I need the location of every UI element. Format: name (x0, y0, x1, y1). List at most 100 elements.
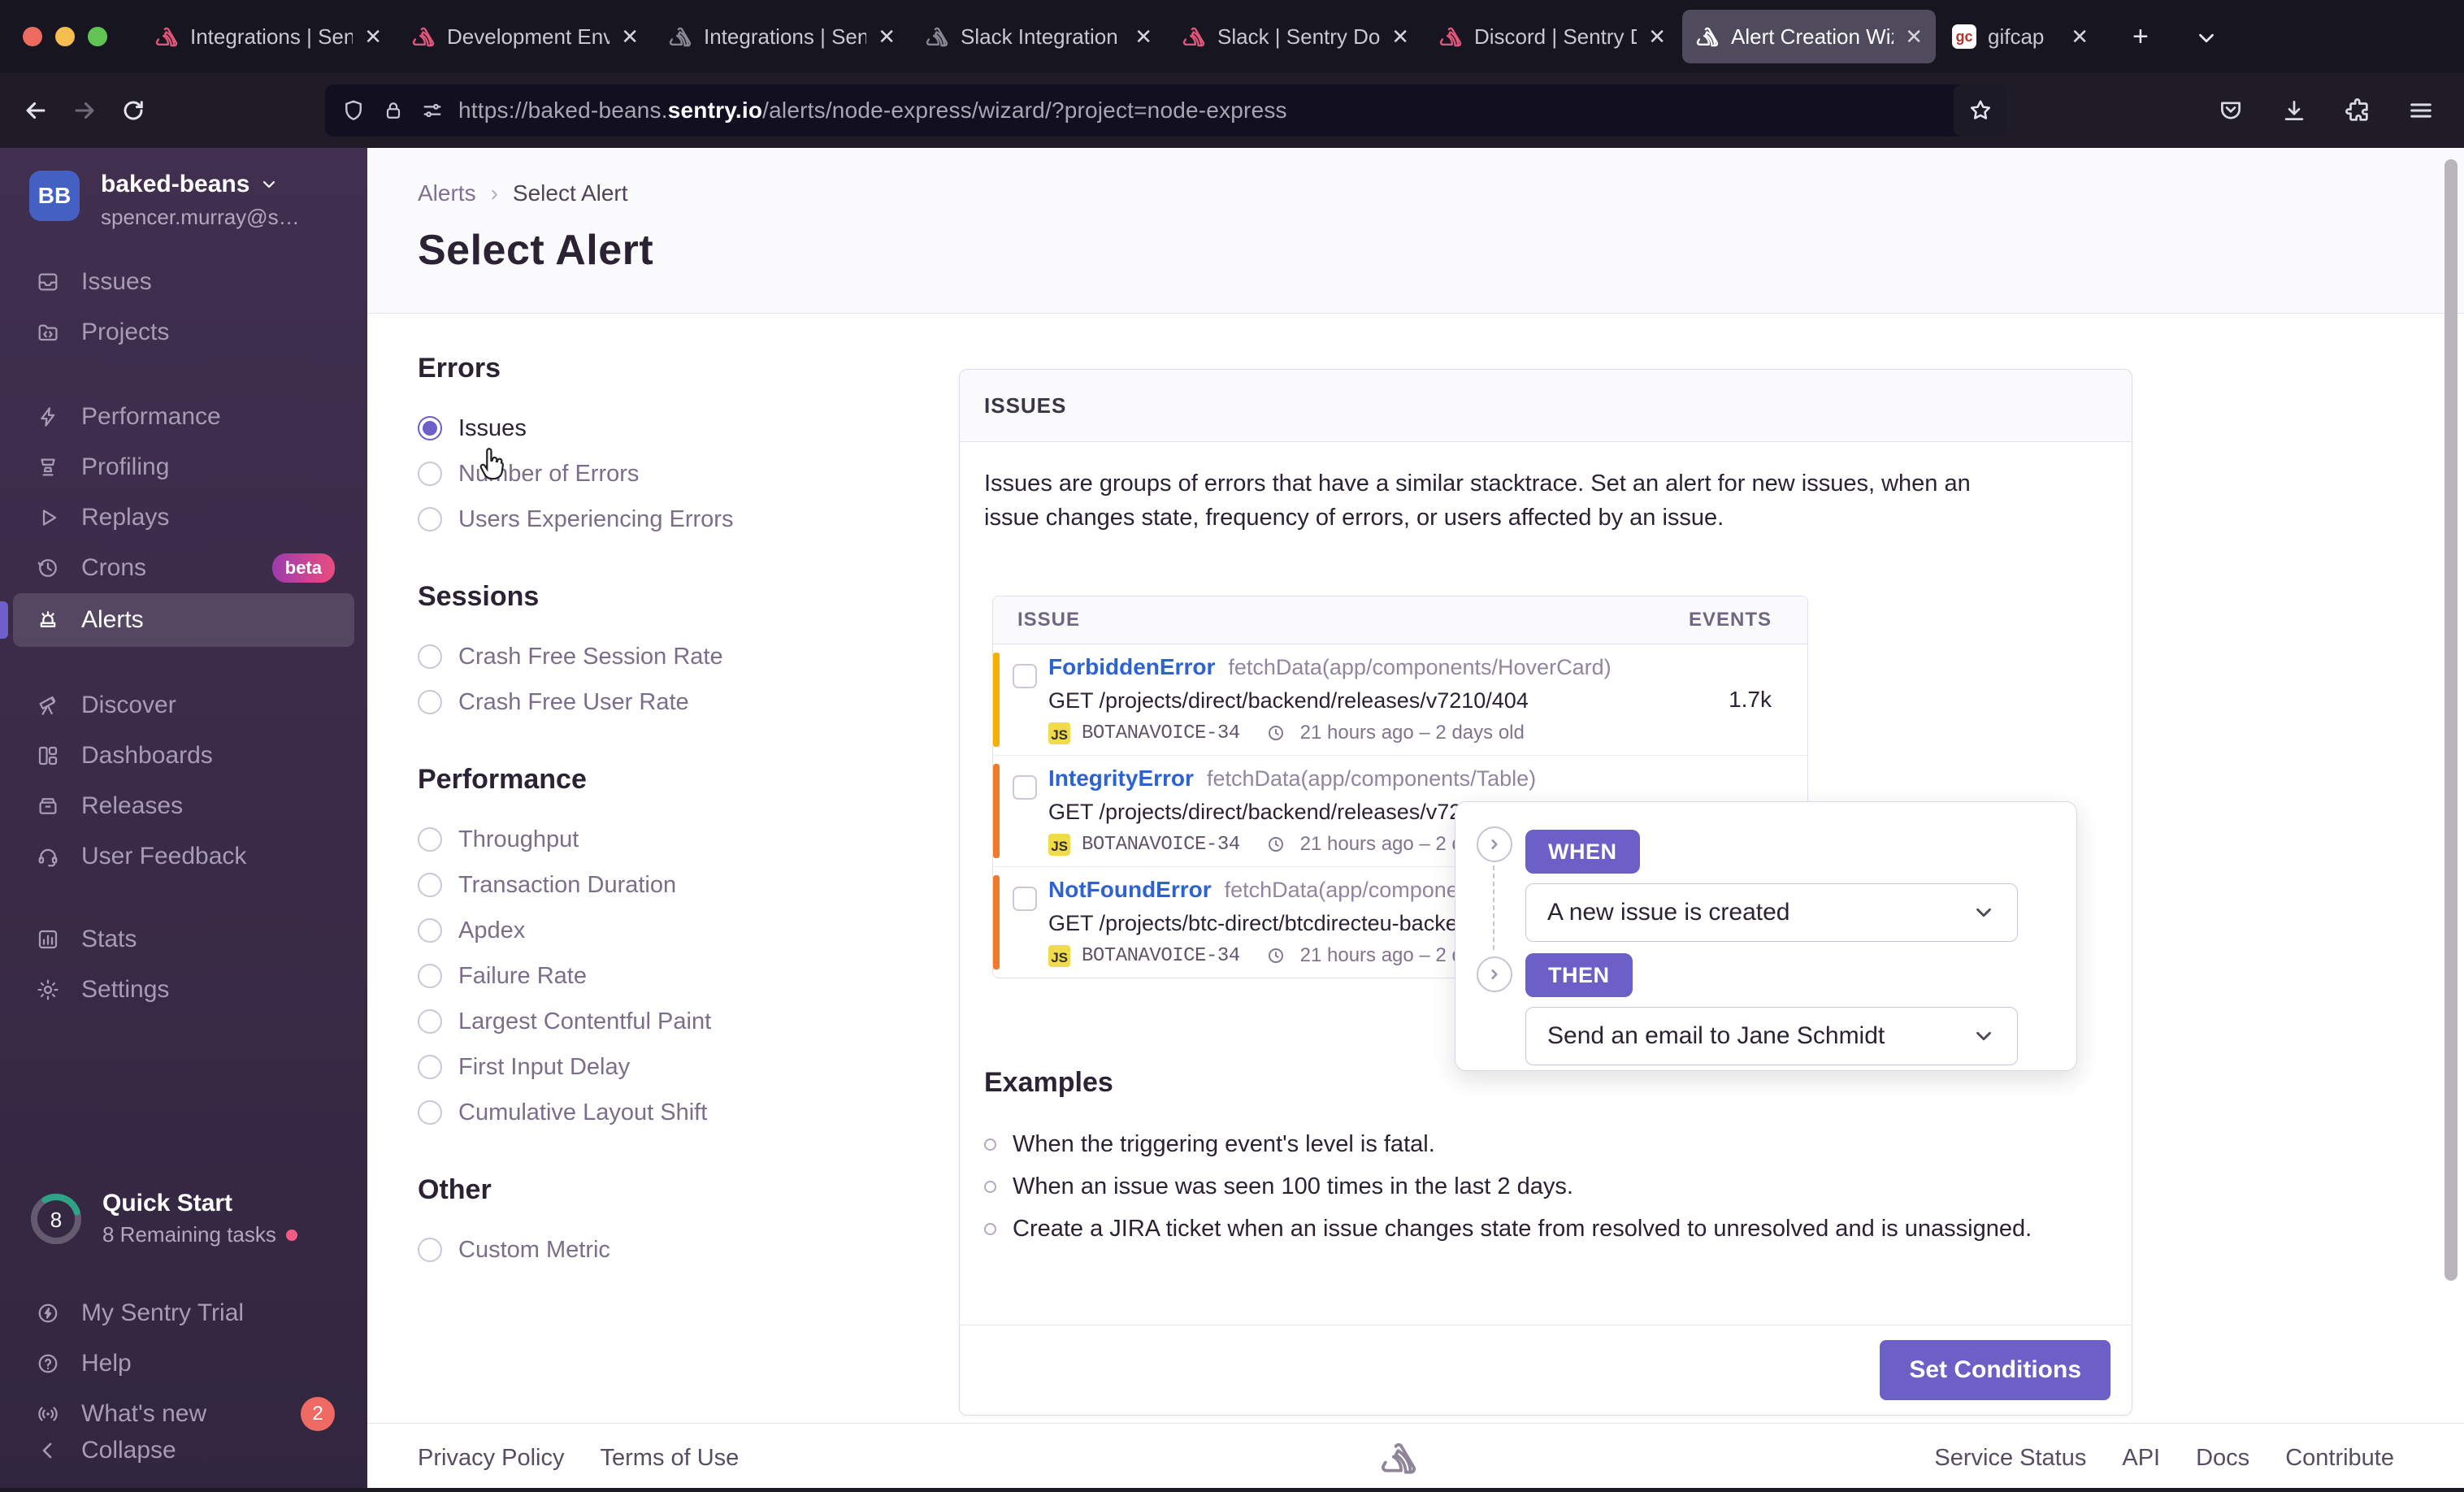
tab-close-icon[interactable]: ✕ (1391, 24, 1409, 50)
radio-option-transaction-duration[interactable]: Transaction Duration (418, 862, 922, 908)
sidebar-collapse-button[interactable]: Collapse (0, 1425, 367, 1476)
radio-option-crash-free-user-rate[interactable]: Crash Free User Rate (418, 679, 922, 725)
chevron-down-icon (1972, 900, 1996, 925)
radio[interactable] (418, 690, 442, 714)
radio[interactable] (418, 1100, 442, 1125)
site-permissions-icon[interactable] (421, 99, 444, 122)
sidebar-item-settings[interactable]: Settings (0, 965, 367, 1015)
sidebar-item-help[interactable]: Help (0, 1338, 367, 1389)
tab-close-icon[interactable]: ✕ (1905, 24, 1923, 50)
then-action-select[interactable]: Send an email to Jane Schmidt (1525, 1007, 2018, 1065)
radio-option-cumulative-layout-shift[interactable]: Cumulative Layout Shift (418, 1090, 922, 1135)
table-header: ISSUE EVENTS (993, 596, 1807, 644)
panel-description: Issues are groups of errors that have a … (984, 471, 1971, 531)
close-window-button[interactable] (23, 27, 42, 46)
issue-checkbox[interactable] (1013, 887, 1037, 911)
bookmark-star-button[interactable] (1954, 85, 2007, 137)
sidebar-item-issues[interactable]: Issues (0, 257, 367, 307)
sidebar-item-performance[interactable]: Performance (0, 392, 367, 442)
radio-option-throughput[interactable]: Throughput (418, 817, 922, 862)
hand-cursor (479, 448, 504, 480)
radio[interactable] (418, 918, 442, 943)
tab-close-icon[interactable]: ✕ (1648, 24, 1666, 50)
issue-checkbox[interactable] (1013, 775, 1037, 800)
new-tab-button[interactable]: + (2132, 21, 2149, 53)
pocket-icon[interactable] (2217, 97, 2245, 124)
org-switcher[interactable]: BB baked-beans spencer.murray@s… (29, 171, 300, 230)
when-condition-select[interactable]: A new issue is created (1525, 883, 2018, 942)
docs-link[interactable]: Docs (2196, 1445, 2249, 1472)
sidebar-item-dashboards[interactable]: Dashboards (0, 731, 367, 781)
privacy-policy-link[interactable]: Privacy Policy (418, 1445, 565, 1472)
tab-close-icon[interactable]: ✕ (1134, 24, 1152, 50)
back-button[interactable] (11, 86, 60, 135)
radio-option-apdex[interactable]: Apdex (418, 908, 922, 953)
reload-button[interactable] (109, 86, 158, 135)
tab-close-icon[interactable]: ✕ (364, 24, 382, 50)
issue-title-link[interactable]: IntegrityError (1048, 766, 1194, 792)
forward-button[interactable] (60, 86, 109, 135)
api-link[interactable]: API (2122, 1445, 2160, 1472)
page-scrollbar[interactable] (2444, 159, 2457, 1281)
tab-close-icon[interactable]: ✕ (878, 24, 896, 50)
sidebar-item-profiling[interactable]: Profiling (0, 442, 367, 492)
sidebar-item-user-feedback[interactable]: User Feedback (0, 831, 367, 882)
radio-option-failure-rate[interactable]: Failure Rate (418, 953, 922, 999)
minimize-window-button[interactable] (55, 27, 75, 46)
radio[interactable] (418, 1238, 442, 1262)
tab-overflow-button[interactable] (2194, 21, 2219, 53)
terms-of-use-link[interactable]: Terms of Use (601, 1445, 740, 1472)
page-footer: Privacy Policy Terms of Use Service Stat… (367, 1423, 2464, 1492)
radio[interactable] (418, 507, 442, 531)
radio-option-largest-contentful-paint[interactable]: Largest Contentful Paint (418, 999, 922, 1044)
quick-start-panel[interactable]: 8 Quick Start 8 Remaining tasks (29, 1190, 297, 1247)
sidebar-item-crons[interactable]: Crons beta (0, 543, 367, 593)
tab-close-icon[interactable]: ✕ (621, 24, 639, 50)
radio-option-custom-metric[interactable]: Custom Metric (418, 1227, 922, 1273)
radio-selected[interactable] (418, 416, 442, 440)
play-icon (36, 505, 60, 530)
radio[interactable] (418, 1009, 442, 1034)
radio[interactable] (418, 1055, 442, 1079)
radio-option-issues[interactable]: Issues (418, 406, 922, 451)
radio-option-crash-free-session-rate[interactable]: Crash Free Session Rate (418, 634, 922, 679)
sidebar-item-replays[interactable]: Replays (0, 492, 367, 543)
radio-option-users-experiencing-errors[interactable]: Users Experiencing Errors (418, 497, 922, 542)
issue-title-link[interactable]: NotFoundError (1048, 877, 1212, 903)
browser-tab[interactable]: gc gifcap ✕ (1939, 10, 2102, 63)
browser-tab[interactable]: Development Enviro ✕ (398, 10, 652, 63)
radio[interactable] (418, 873, 442, 897)
browser-tab[interactable]: Discord | Sentry Do ✕ (1425, 10, 1679, 63)
browser-tab[interactable]: Slack Integration | S ✕ (912, 10, 1165, 63)
issue-checkbox[interactable] (1013, 664, 1037, 688)
browser-tab[interactable]: Integrations | Sentry ✕ (141, 10, 395, 63)
browser-tab[interactable]: Integrations | Sentry ✕ (655, 10, 909, 63)
radio[interactable] (418, 462, 442, 486)
tracking-protection-shield-icon[interactable] (341, 98, 366, 123)
sidebar-item-discover[interactable]: Discover (0, 680, 367, 731)
sidebar-item-stats[interactable]: Stats (0, 914, 367, 965)
browser-tab-active[interactable]: Alert Creation Wizar ✕ (1682, 10, 1936, 63)
extensions-puzzle-icon[interactable] (2344, 97, 2371, 124)
radio[interactable] (418, 827, 442, 852)
tab-close-icon[interactable]: ✕ (2071, 24, 2089, 50)
zoom-window-button[interactable] (88, 27, 107, 46)
connection-lock-icon[interactable] (382, 99, 405, 122)
service-status-link[interactable]: Service Status (1934, 1445, 2086, 1472)
sidebar-item-alerts[interactable]: Alerts (0, 593, 354, 647)
radio[interactable] (418, 964, 442, 988)
menu-hamburger-icon[interactable] (2407, 97, 2435, 124)
sidebar-item-my-sentry-trial[interactable]: My Sentry Trial (0, 1288, 367, 1338)
downloads-icon[interactable] (2280, 97, 2308, 124)
radio[interactable] (418, 644, 442, 669)
url-bar[interactable]: https://baked-beans.sentry.io/alerts/nod… (325, 85, 2007, 137)
issue-title-link[interactable]: ForbiddenError (1048, 654, 1215, 680)
set-conditions-button[interactable]: Set Conditions (1880, 1340, 2110, 1400)
issue-row[interactable]: ForbiddenError fetchData(app/components/H… (993, 644, 1807, 756)
sidebar-item-projects[interactable]: Projects (0, 307, 367, 358)
breadcrumb-alerts-link[interactable]: Alerts (418, 180, 476, 206)
contribute-link[interactable]: Contribute (2285, 1445, 2394, 1472)
sidebar-item-releases[interactable]: Releases (0, 781, 367, 831)
radio-option-first-input-delay[interactable]: First Input Delay (418, 1044, 922, 1090)
browser-tab[interactable]: Slack | Sentry Docu ✕ (1169, 10, 1422, 63)
